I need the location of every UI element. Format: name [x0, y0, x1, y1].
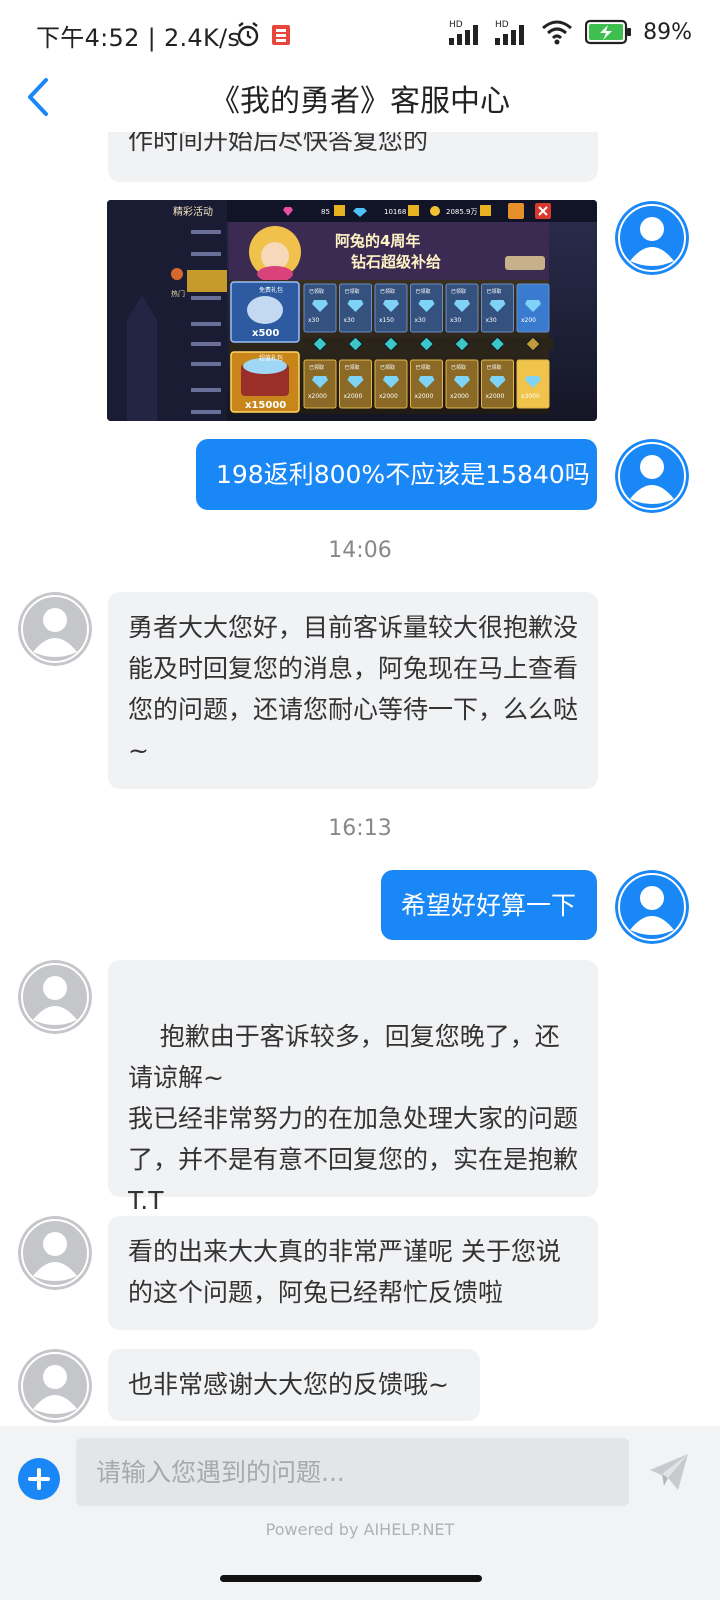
signal-icon: HD — [449, 20, 479, 45]
agent-avatar[interactable] — [18, 1349, 92, 1423]
message-text: 作时间开始后尽快答复您的 — [128, 132, 429, 155]
reward-count: x30 — [344, 317, 355, 324]
user-avatar-icon — [615, 201, 689, 275]
message-text: 抱歉由于客诉较多，回复您晚了，还请谅解~ 我已经非常努力的在加急处理大家的问题了… — [128, 1022, 579, 1215]
image-banner-title: 阿兔的4周年 — [335, 232, 420, 250]
agent-avatar-icon — [18, 1349, 92, 1423]
user-avatar-icon — [615, 870, 689, 944]
app-notification-icon — [272, 25, 290, 45]
user-avatar[interactable] — [615, 439, 689, 513]
user-message: 198返利800%不应该是15840吗 — [196, 439, 597, 510]
shared-image-message[interactable]: 精彩活动 热门 85 10168 2085.9万 阿兔的4周年 钻石超级补给 免… — [107, 200, 597, 421]
image-banner-subtitle: 钻石超级补给 — [351, 253, 441, 271]
signal-icon: HD — [495, 20, 525, 45]
user-message: 希望好好算一下 — [381, 870, 597, 940]
agent-message: 也非常感谢大大您的反馈哦~ — [108, 1349, 480, 1421]
send-button[interactable] — [648, 1452, 690, 1492]
claimed-label: 已领取 — [451, 288, 466, 295]
reward-count: x2000 — [415, 393, 434, 400]
claimed-label: 已领取 — [380, 288, 395, 295]
message-text: 也非常感谢大大您的反馈哦~ — [128, 1370, 449, 1399]
user-avatar-icon — [615, 439, 689, 513]
reward-count: x30 — [415, 317, 426, 324]
user-avatar[interactable] — [615, 201, 689, 275]
user-avatar[interactable] — [615, 870, 689, 944]
reward-count: x200 — [521, 317, 536, 324]
reward-count: x30 — [486, 317, 497, 324]
agent-avatar[interactable] — [18, 960, 92, 1034]
claimed-label: 已领取 — [451, 364, 466, 371]
reward-count: x2000 — [308, 393, 327, 400]
agent-avatar-icon — [18, 1216, 92, 1290]
claimed-label: 已领取 — [416, 364, 431, 371]
image-currency-pink: 85 — [321, 208, 330, 216]
agent-avatar-icon — [18, 592, 92, 666]
status-bar: 下午4:52 | 2.4K/s HD HD 89% — [0, 0, 720, 68]
claimed-label: 已领取 — [380, 364, 395, 371]
claimed-label: 已领取 — [345, 364, 360, 371]
agent-message: 作时间开始后尽快答复您的 — [108, 132, 598, 182]
image-paid-count: x15000 — [245, 400, 286, 411]
message-text: 勇者大大您好，目前客诉量较大很抱歉没能及时回复您的消息，阿兔现在马上查看您的问题… — [128, 613, 579, 765]
claimed-label: 已领取 — [309, 288, 324, 295]
battery-percent: 89% — [643, 19, 692, 45]
reward-count: x2000 — [379, 393, 398, 400]
svg-text:HD: HD — [449, 20, 463, 30]
message-timestamp: 16:13 — [328, 816, 392, 841]
home-indicator[interactable] — [220, 1575, 482, 1582]
agent-message: 抱歉由于客诉较多，回复您晚了，还请谅解~ 我已经非常努力的在加急处理大家的问题了… — [108, 960, 598, 1215]
image-currency-diamond: 10168 — [384, 208, 406, 216]
claimed-label: 已领取 — [416, 288, 431, 295]
message-text: 希望好好算一下 — [401, 891, 577, 920]
image-free-count: x500 — [252, 328, 279, 339]
message-input[interactable] — [76, 1438, 629, 1506]
image-paid-label: 超值礼包 — [259, 354, 283, 362]
header: 《我的勇者》客服中心 — [0, 68, 720, 132]
svg-text:HD: HD — [495, 20, 509, 30]
image-tab-label: 热门 — [171, 289, 185, 298]
agent-message: 勇者大大您好，目前客诉量较大很抱歉没能及时回复您的消息，阿兔现在马上查看您的问题… — [108, 592, 598, 789]
claimed-label: 已领取 — [487, 364, 502, 371]
chat-message-list[interactable]: 作时间开始后尽快答复您的 精彩活动 热门 85 10168 2085.9万 阿兔… — [0, 132, 720, 1426]
claimed-label: 已领取 — [345, 288, 360, 295]
add-attachment-button[interactable] — [18, 1458, 60, 1500]
agent-message: 看的出来大大真的非常严谨呢 关于您说的这个问题，阿兔已经帮忙反馈啦 — [108, 1216, 598, 1330]
status-time: 下午4:52 | 2.4K/s — [36, 24, 241, 52]
reward-count: x3000 — [521, 393, 540, 400]
reward-count: x150 — [379, 317, 394, 324]
image-free-label: 免费礼包 — [259, 286, 283, 294]
agent-avatar[interactable] — [18, 592, 92, 666]
agent-avatar-icon — [18, 960, 92, 1034]
reward-count: x2000 — [344, 393, 363, 400]
reward-count: x2000 — [486, 393, 505, 400]
message-text: 看的出来大大真的非常严谨呢 关于您说的这个问题，阿兔已经帮忙反馈啦 — [128, 1237, 561, 1307]
page-title: 《我的勇者》客服中心 — [210, 84, 510, 119]
game-screenshot-image: 精彩活动 热门 85 10168 2085.9万 阿兔的4周年 钻石超级补给 免… — [107, 200, 597, 421]
agent-avatar[interactable] — [18, 1216, 92, 1290]
reward-count: x30 — [308, 317, 319, 324]
message-timestamp: 14:06 — [328, 538, 392, 563]
alarm-icon — [237, 22, 259, 47]
battery-charging-icon — [585, 19, 632, 45]
image-menu-title: 精彩活动 — [173, 205, 213, 218]
image-currency-gold: 2085.9万 — [446, 208, 478, 216]
wifi-icon — [542, 20, 573, 45]
claimed-label: 已领取 — [487, 288, 502, 295]
status-left-icons — [237, 22, 290, 47]
powered-by-footer: Powered by AIHELP.NET — [265, 1520, 455, 1539]
message-text: 198返利800%不应该是15840吗 — [216, 460, 590, 489]
claimed-label: 已领取 — [309, 364, 324, 371]
reward-count: x30 — [450, 317, 461, 324]
send-icon — [650, 1454, 688, 1490]
reward-count: x2000 — [450, 393, 469, 400]
input-bar: Powered by AIHELP.NET — [0, 1426, 720, 1600]
